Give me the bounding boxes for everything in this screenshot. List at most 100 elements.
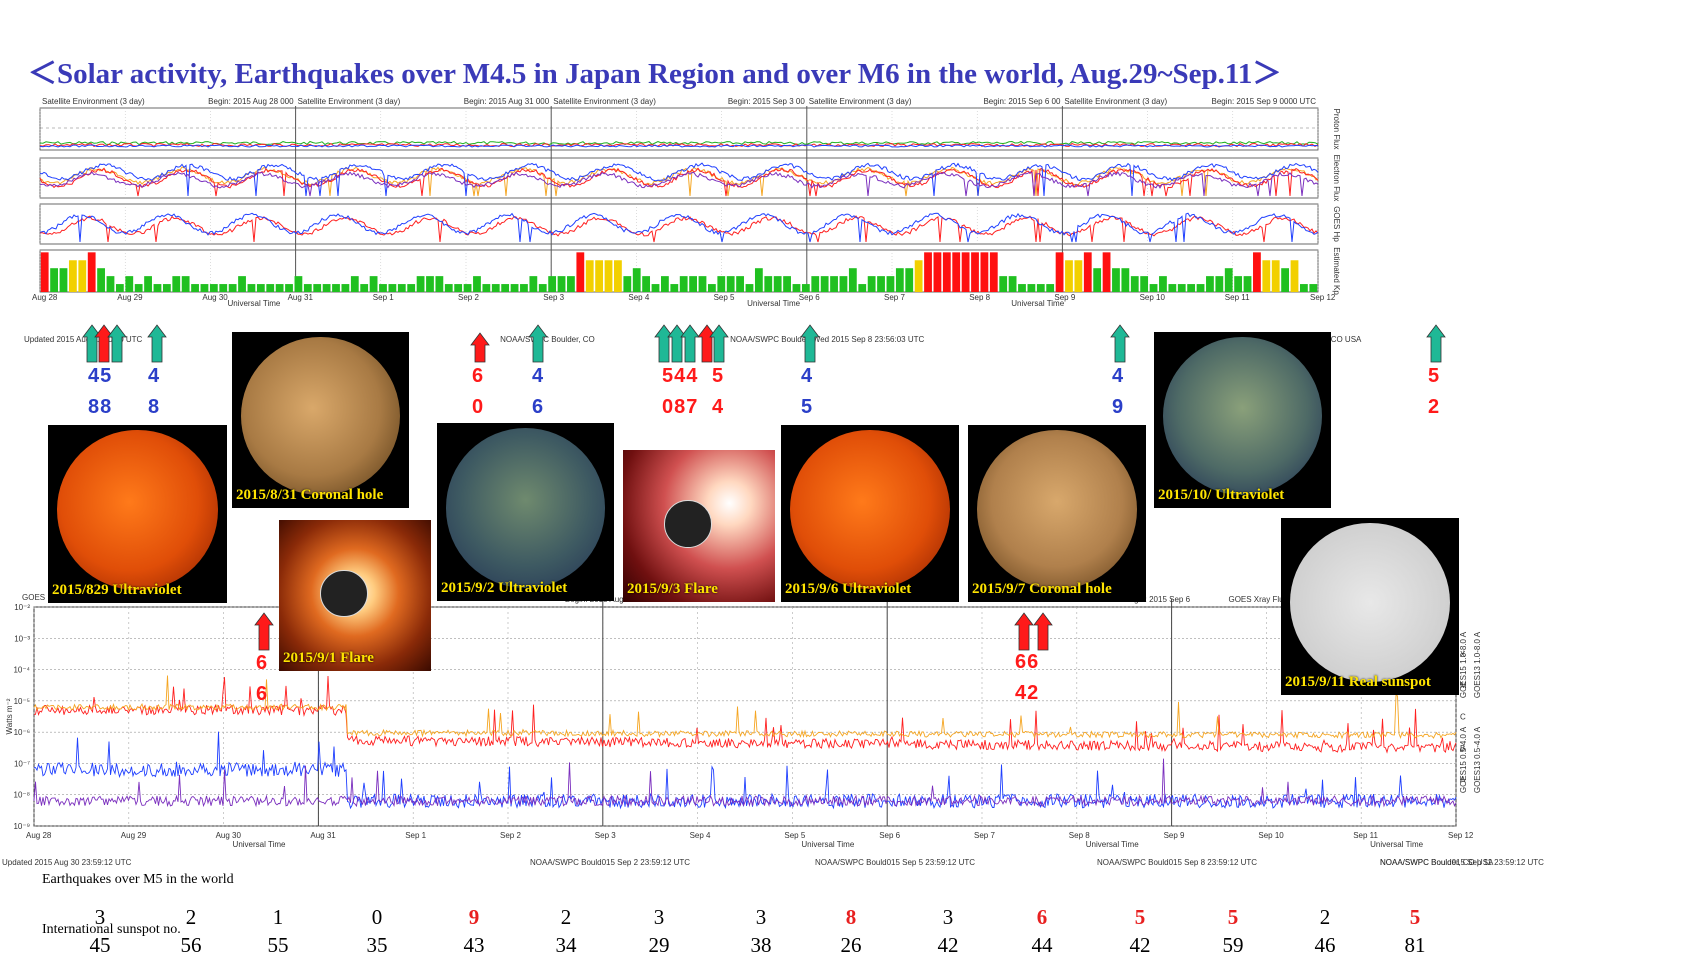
kp-bar (1224, 268, 1233, 292)
kp-bar (858, 284, 867, 292)
sunspot-number: 43 (463, 933, 485, 957)
xray-legend-entry: GOES15 0.5-4.0 A (1459, 726, 1468, 793)
kp-bar (623, 276, 632, 292)
kp-bar (914, 260, 923, 292)
kp-bar (1281, 268, 1290, 292)
xray-footer: NOAA/SWPC Boulder, CO USA (1380, 858, 1494, 867)
kp-bar (1206, 276, 1214, 292)
panel-begin: Begin: 2015 Aug 28 000 (208, 97, 294, 106)
xray-legend-entry: GOES13 1.0-8.0 A (1473, 631, 1482, 698)
kp-bar (670, 284, 679, 292)
kp-bar (87, 252, 96, 292)
xray-x-tick: Sep 10 (1258, 831, 1284, 840)
kp-bar (961, 252, 970, 292)
earthquake-magnitude: 9 (1112, 396, 1125, 418)
xray-header-prefix: GOES (22, 593, 45, 602)
kp-bar (905, 268, 914, 292)
green-arrow (709, 324, 729, 363)
kp-bar (952, 252, 961, 292)
xray-y-tick: 10⁻⁸ (14, 791, 31, 800)
solar-image-caption: 2015/829 Ultraviolet (52, 582, 182, 598)
kp-bar (980, 252, 989, 292)
green-arrow (147, 324, 167, 363)
solar-image: 2015/9/6 Ultraviolet (781, 425, 959, 602)
coronagraph-occulter (664, 500, 712, 548)
world-earthquake-count: 5 (1134, 905, 1146, 929)
panel-begin: Begin: 2015 Aug 31 000 (464, 97, 550, 106)
kp-bar (604, 260, 613, 292)
top-x-tick: Sep 11 (1225, 293, 1250, 302)
sunspot-number: 38 (750, 933, 772, 957)
sun-disk (977, 429, 1137, 590)
kp-bar (115, 284, 124, 292)
kp-bar (971, 252, 979, 292)
kp-bar (172, 276, 181, 292)
top-x-tick: Sep 3 (543, 293, 564, 302)
kp-bar (435, 276, 444, 292)
xray-x-tick: Sep 6 (879, 831, 900, 840)
kp-bar (848, 268, 857, 292)
sunspot-number: 44 (1031, 933, 1053, 957)
kp-bar (228, 284, 237, 292)
top-x-tick: Aug 29 (117, 293, 143, 302)
earthquake-magnitude: 544 (662, 365, 699, 387)
kp-bar (679, 276, 688, 292)
earthquake-magnitude: 42 (1015, 682, 1040, 704)
top-footer-mid2: NOAA/SWPC Boulder, Wed 2015 Sep 8 23:56:… (730, 335, 924, 344)
xray-axis-title: Universal Time (1370, 840, 1423, 849)
top-x-tick: Sep 4 (628, 293, 649, 302)
earthquake-table-title: Earthquakes over M5 in the world (42, 872, 234, 887)
kp-bar (707, 284, 716, 292)
earthquake-magnitude: 0 (472, 396, 485, 418)
top-axis-title: Universal Time (1011, 299, 1064, 308)
kp-bar (651, 284, 660, 292)
sunspot-number: 34 (555, 933, 577, 957)
sun-disk (445, 428, 606, 588)
top-x-tick: Aug 31 (288, 293, 314, 302)
kp-bar (595, 260, 604, 292)
kp-bar (162, 284, 171, 292)
sunspot-number: 42 (937, 933, 959, 957)
world-earthquake-count: 5 (1227, 905, 1239, 929)
earthquake-magnitude: 5 (801, 396, 814, 418)
kp-bar (698, 276, 707, 292)
kp-bar (1130, 276, 1139, 292)
xray-y-label: Watts m⁻² (5, 698, 14, 734)
earthquake-magnitude: 8 (148, 396, 161, 418)
kp-bar (783, 276, 791, 292)
kp-bar (285, 284, 293, 292)
sunspot-number: 81 (1404, 933, 1426, 957)
sunspot-number: 42 (1129, 933, 1151, 957)
sunspot-number: 56 (180, 933, 202, 957)
solar-image-caption: 2015/9/3 Flare (627, 581, 718, 597)
xray-x-tick: Sep 12 (1448, 831, 1474, 840)
xray-y-tick: 10⁻⁴ (13, 666, 30, 675)
kp-bar (745, 284, 754, 292)
panel-begin: Begin: 2015 Sep 3 00 (728, 97, 806, 106)
kp-bar (426, 276, 434, 292)
sunspot-number: 55 (267, 933, 289, 957)
panel-begin: Begin: 2015 Sep 9 0000 UTC (1211, 97, 1316, 106)
kp-bar (294, 276, 303, 292)
top-panel-label: Proton Flux (1332, 109, 1341, 150)
kp-bar (1112, 268, 1120, 292)
kp-bar (1243, 276, 1252, 292)
kp-bar (895, 268, 904, 292)
kp-bar (661, 276, 669, 292)
kp-bar (1102, 252, 1111, 292)
top-panel-frame (39, 203, 1319, 245)
solar-image-caption: 2015/9/6 Ultraviolet (785, 581, 912, 597)
solar-image-caption: 2015/9/2 Ultraviolet (441, 580, 568, 596)
kp-bar (1177, 284, 1186, 292)
kp-bar (303, 284, 312, 292)
xray-x-tick: Sep 1 (405, 831, 426, 840)
kp-bar (219, 284, 228, 292)
kp-bar (332, 284, 340, 292)
kp-bar (50, 268, 58, 292)
kp-bar (924, 252, 932, 292)
sun-disk (1163, 336, 1322, 496)
world-earthquake-count: 2 (185, 905, 197, 929)
sunspot-number: 26 (840, 933, 862, 957)
kp-bar (1140, 276, 1149, 292)
kp-bar (1046, 284, 1055, 292)
